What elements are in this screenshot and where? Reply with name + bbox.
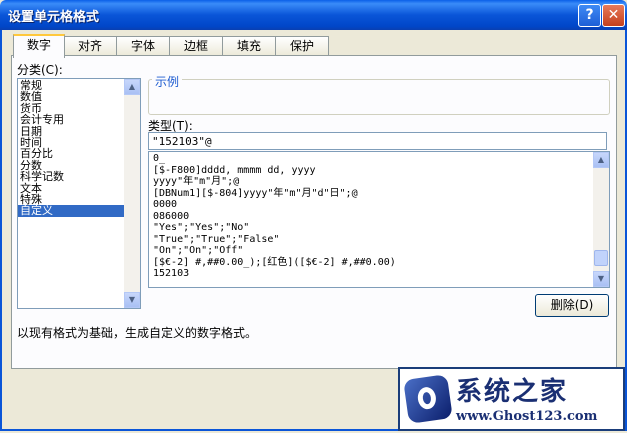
tab-number[interactable]: 数字 xyxy=(13,34,65,58)
format-item[interactable]: "On";"On";"Off" xyxy=(149,245,609,257)
format-list[interactable]: 0_ [$-F800]dddd, mmmm dd, yyyy yyyy"年"m"月"… xyxy=(148,151,610,288)
format-item[interactable]: "Yes";"Yes";"No" xyxy=(149,222,609,234)
format-item[interactable]: 0_ xyxy=(149,153,609,165)
sample-group xyxy=(148,79,610,115)
delete-button[interactable]: 删除(D) xyxy=(535,294,609,317)
category-list[interactable]: 常规 数值 货币 会计专用 日期 时间 百分比 分数 科学记数 文本 特殊 自定义 ▲ ▼ xyxy=(17,78,141,309)
title-bar[interactable]: 设置单元格格式 ? ✕ xyxy=(0,0,627,30)
format-scrollbar[interactable]: ▲ ▼ xyxy=(593,152,609,287)
sample-title: 示例 xyxy=(152,73,183,90)
format-item[interactable]: 0000 xyxy=(149,199,609,211)
logo-url: www.Ghost123.com xyxy=(456,409,598,424)
category-item[interactable]: 科学记数 xyxy=(18,171,140,183)
category-scrollbar[interactable]: ▲ ▼ xyxy=(124,79,140,308)
logo-icon xyxy=(403,374,453,424)
close-button[interactable]: ✕ xyxy=(602,4,625,27)
format-item[interactable]: 086000 xyxy=(149,211,609,223)
format-description: 以现有格式为基础，生成自定义的数字格式。 xyxy=(17,326,258,340)
scroll-up-icon[interactable]: ▲ xyxy=(124,79,140,95)
logo-name: 系统之家 xyxy=(456,377,569,407)
help-button[interactable]: ? xyxy=(578,4,601,27)
format-item[interactable]: [$€-2] #,##0.00_);[红色]([$€-2] #,##0.00) xyxy=(149,257,609,269)
watermark-logo: 系统之家 www.Ghost123.com xyxy=(398,367,625,431)
window-title: 设置单元格格式 xyxy=(8,10,100,25)
tab-border[interactable]: 边框 xyxy=(169,36,223,56)
format-item[interactable]: [$-F800]dddd, mmmm dd, yyyy xyxy=(149,165,609,177)
tab-fill[interactable]: 填充 xyxy=(222,36,276,56)
scroll-down-icon[interactable]: ▼ xyxy=(593,271,609,287)
type-input[interactable]: "152103"@ xyxy=(148,132,607,150)
format-item[interactable]: [DBNum1][$-804]yyyy"年"m"月"d"日";@ xyxy=(149,188,609,200)
category-item[interactable]: 会计专用 xyxy=(18,114,140,126)
tab-font[interactable]: 字体 xyxy=(116,36,170,56)
scroll-thumb[interactable] xyxy=(594,250,608,266)
category-item[interactable]: 自定义 xyxy=(18,205,140,217)
format-item[interactable]: yyyy"年"m"月";@ xyxy=(149,176,609,188)
scroll-down-icon[interactable]: ▼ xyxy=(124,292,140,308)
scroll-up-icon[interactable]: ▲ xyxy=(593,152,609,168)
format-item[interactable]: 152103 xyxy=(149,268,609,280)
format-item[interactable]: "True";"True";"False" xyxy=(149,234,609,246)
tab-protection[interactable]: 保护 xyxy=(275,36,329,56)
category-label: 分类(C): xyxy=(17,63,63,77)
tab-alignment[interactable]: 对齐 xyxy=(63,36,117,56)
